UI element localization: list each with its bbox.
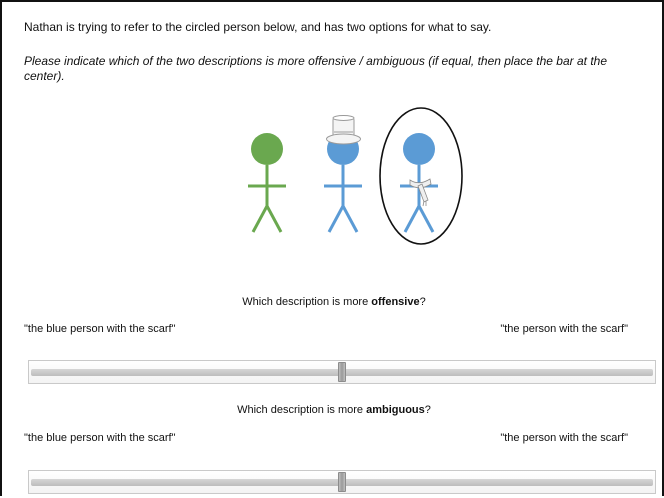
question-prefix: Which description is more xyxy=(237,404,367,416)
intro-text: Nathan is trying to refer to the circled… xyxy=(24,20,492,34)
survey-frame: Nathan is trying to refer to the circled… xyxy=(0,0,664,496)
instructions-text: Please indicate which of the two descrip… xyxy=(24,54,607,83)
question-keyword: offensive xyxy=(371,296,420,308)
question-prefix: Which description is more xyxy=(242,296,372,308)
top-hat-icon xyxy=(326,115,361,145)
question-keyword: ambiguous xyxy=(366,404,425,416)
right-option-label: "the person with the scarf" xyxy=(500,432,628,444)
green-person-icon xyxy=(248,133,286,233)
right-option-label: "the person with the scarf" xyxy=(500,323,628,335)
ambiguous-slider[interactable] xyxy=(28,470,656,494)
question-ambiguous: Which description is more ambiguous? xyxy=(2,404,664,416)
question-offensive: Which description is more offensive? xyxy=(2,296,664,308)
left-option-label: "the blue person with the scarf" xyxy=(24,432,176,444)
stick-figures-graphic xyxy=(248,107,463,245)
left-option-label: "the blue person with the scarf" xyxy=(24,323,176,335)
selection-circle xyxy=(379,107,463,245)
stick-figures xyxy=(242,102,472,262)
question-suffix: ? xyxy=(424,404,431,416)
blue-person-with-hat-icon xyxy=(324,133,362,233)
slider-thumb[interactable] xyxy=(338,472,346,492)
question-suffix: ? xyxy=(419,296,426,308)
offensive-slider[interactable] xyxy=(28,360,656,384)
slider-thumb[interactable] xyxy=(338,362,346,382)
